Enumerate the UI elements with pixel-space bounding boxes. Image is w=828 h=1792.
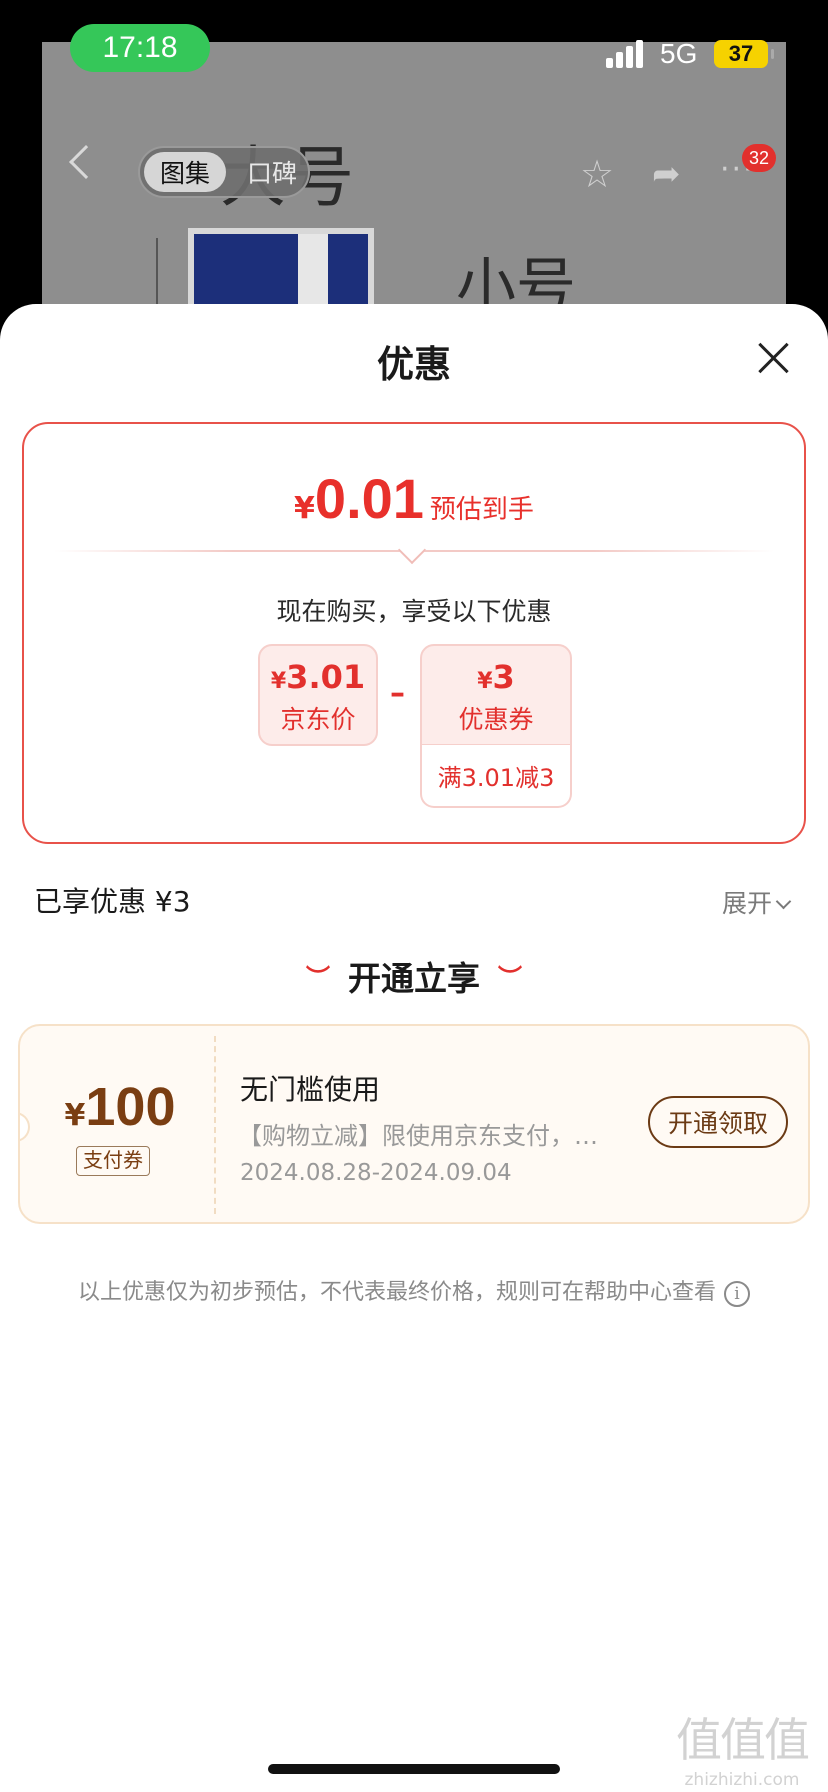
disclaimer-text: 以上优惠仅为初步预估，不代表最终价格，规则可在帮助中心查看 [77,1280,716,1305]
coupon-amount: 3 [492,658,515,696]
decor-left-icon: ︶ [306,964,330,992]
estimate-amount: 0.01 [314,467,424,530]
coupon-separator [214,1036,216,1214]
jd-price-label: 京东价 [280,705,356,734]
coupon-label: 优惠券 [458,705,534,734]
coupon-title: 无门槛使用 [240,1073,381,1106]
coupon-type-tag: 支付券 [76,1146,150,1176]
watermark-logo: 值值值 [676,1713,810,1767]
decor-right-icon: ︶ [498,964,522,992]
status-bar: 17:18 5G 37 [0,0,828,96]
coupon-value: ¥100 [60,1076,180,1138]
discount-sheet: 优惠 ¥0.01 预估到手 现在购买，享受以下优惠 ¥3.01 京东价 – ¥3 … [0,304,828,1792]
tab-gallery[interactable]: 图集 [144,152,226,192]
jd-price-chip: ¥3.01 京东价 [258,644,378,746]
divider-notch [397,535,427,565]
watermark-domain: zhizhizhi.com [684,1770,800,1790]
estimate-card: ¥0.01 预估到手 现在购买，享受以下优惠 ¥3.01 京东价 – ¥3 优惠券… [22,422,806,844]
minus-operator: – [390,676,405,711]
expand-button[interactable]: 展开 [722,884,792,920]
favorite-star-icon[interactable]: ☆ [580,152,614,196]
estimate-currency: ¥ [294,491,315,526]
message-count-badge: 32 [742,144,776,172]
coupon-notch [20,1112,30,1142]
home-indicator [268,1764,560,1774]
coupon-validity: 2024.08.28-2024.09.04 [240,1160,512,1186]
tab-reviews[interactable]: 口碑 [236,152,308,192]
jd-price-currency: ¥ [270,669,287,694]
activate-claim-button[interactable]: 开通领取 [648,1096,788,1148]
disclaimer: 以上优惠仅为初步预估，不代表最终价格，规则可在帮助中心查看 i [0,1274,828,1307]
jd-price-amount: 3.01 [286,658,366,696]
info-icon[interactable]: i [724,1281,750,1307]
open-section-title: ︶ 开通立享 ︶ [0,952,828,1000]
network-type: 5G [660,38,698,69]
estimate-label: 预估到手 [429,495,534,525]
status-time: 17:18 [70,24,210,72]
chevron-down-icon [775,893,792,910]
card-subtitle: 现在购买，享受以下优惠 [276,597,552,626]
close-icon[interactable] [756,340,792,376]
expand-label: 展开 [722,889,773,918]
estimate-price: ¥0.01 预估到手 [24,466,804,531]
coupon-chip: ¥3 优惠券 [420,644,572,746]
open-section-label: 开通立享 [348,959,480,998]
battery-icon: 37 [714,40,774,68]
coupon-value-currency: ¥ [64,1098,86,1133]
payment-coupon-card[interactable]: ¥100 支付券 无门槛使用 【购物立减】限使用京东支付，… 2024.08.2… [18,1024,810,1224]
coupon-description: 【购物立减】限使用京东支付，… [238,1122,598,1150]
coupon-rule: 满3.01减3 [420,744,572,808]
sheet-title: 优惠 [377,343,451,386]
segment-control[interactable]: 图集 口碑 [138,146,310,198]
signal-icon [606,40,646,68]
share-icon[interactable]: ➦ [652,154,681,194]
watermark: 值值值 zhizhizhi.com [676,1704,810,1790]
enjoyed-discount: 已享优惠 ¥3 [34,885,191,918]
coupon-currency: ¥ [477,669,493,694]
coupon-value-amount: 100 [85,1077,176,1137]
